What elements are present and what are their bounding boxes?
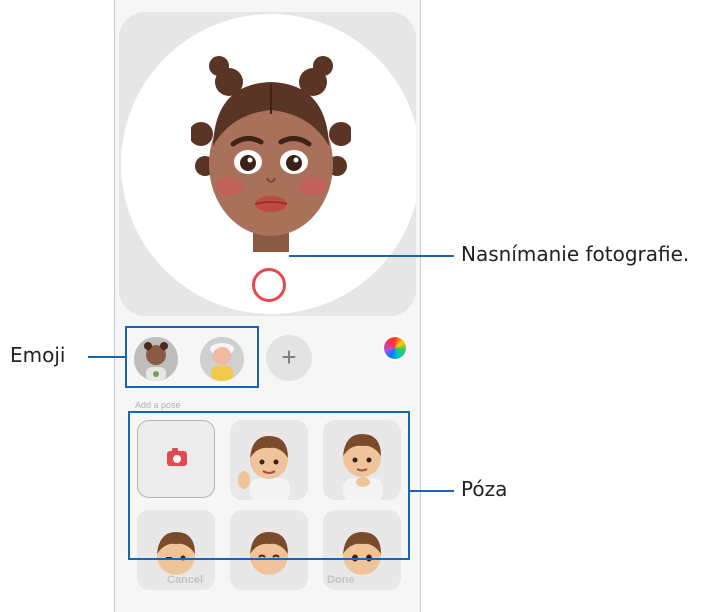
ar-emoji-avatar <box>191 56 351 252</box>
pose-callout-box <box>128 411 410 560</box>
pose-callout-line <box>410 490 454 492</box>
color-wheel-icon[interactable] <box>384 337 406 359</box>
pose-section-title: Add a pose <box>135 400 181 410</box>
shutter-button[interactable] <box>252 268 286 302</box>
done-button[interactable]: Done <box>327 574 355 586</box>
capture-callout-line <box>289 255 454 257</box>
pose-callout-label: Póza <box>461 477 508 501</box>
emoji-preview <box>119 12 416 316</box>
emoji-callout-label: Emoji <box>10 343 66 367</box>
emoji-callout-line <box>88 356 125 358</box>
cancel-button[interactable]: Cancel <box>167 574 203 586</box>
capture-callout-label: Nasnímanie fotografie. <box>461 242 690 266</box>
bottom-action-bar: Cancel Done <box>115 566 420 596</box>
emoji-callout-box <box>125 326 259 388</box>
add-emoji-button[interactable]: + <box>266 335 312 381</box>
